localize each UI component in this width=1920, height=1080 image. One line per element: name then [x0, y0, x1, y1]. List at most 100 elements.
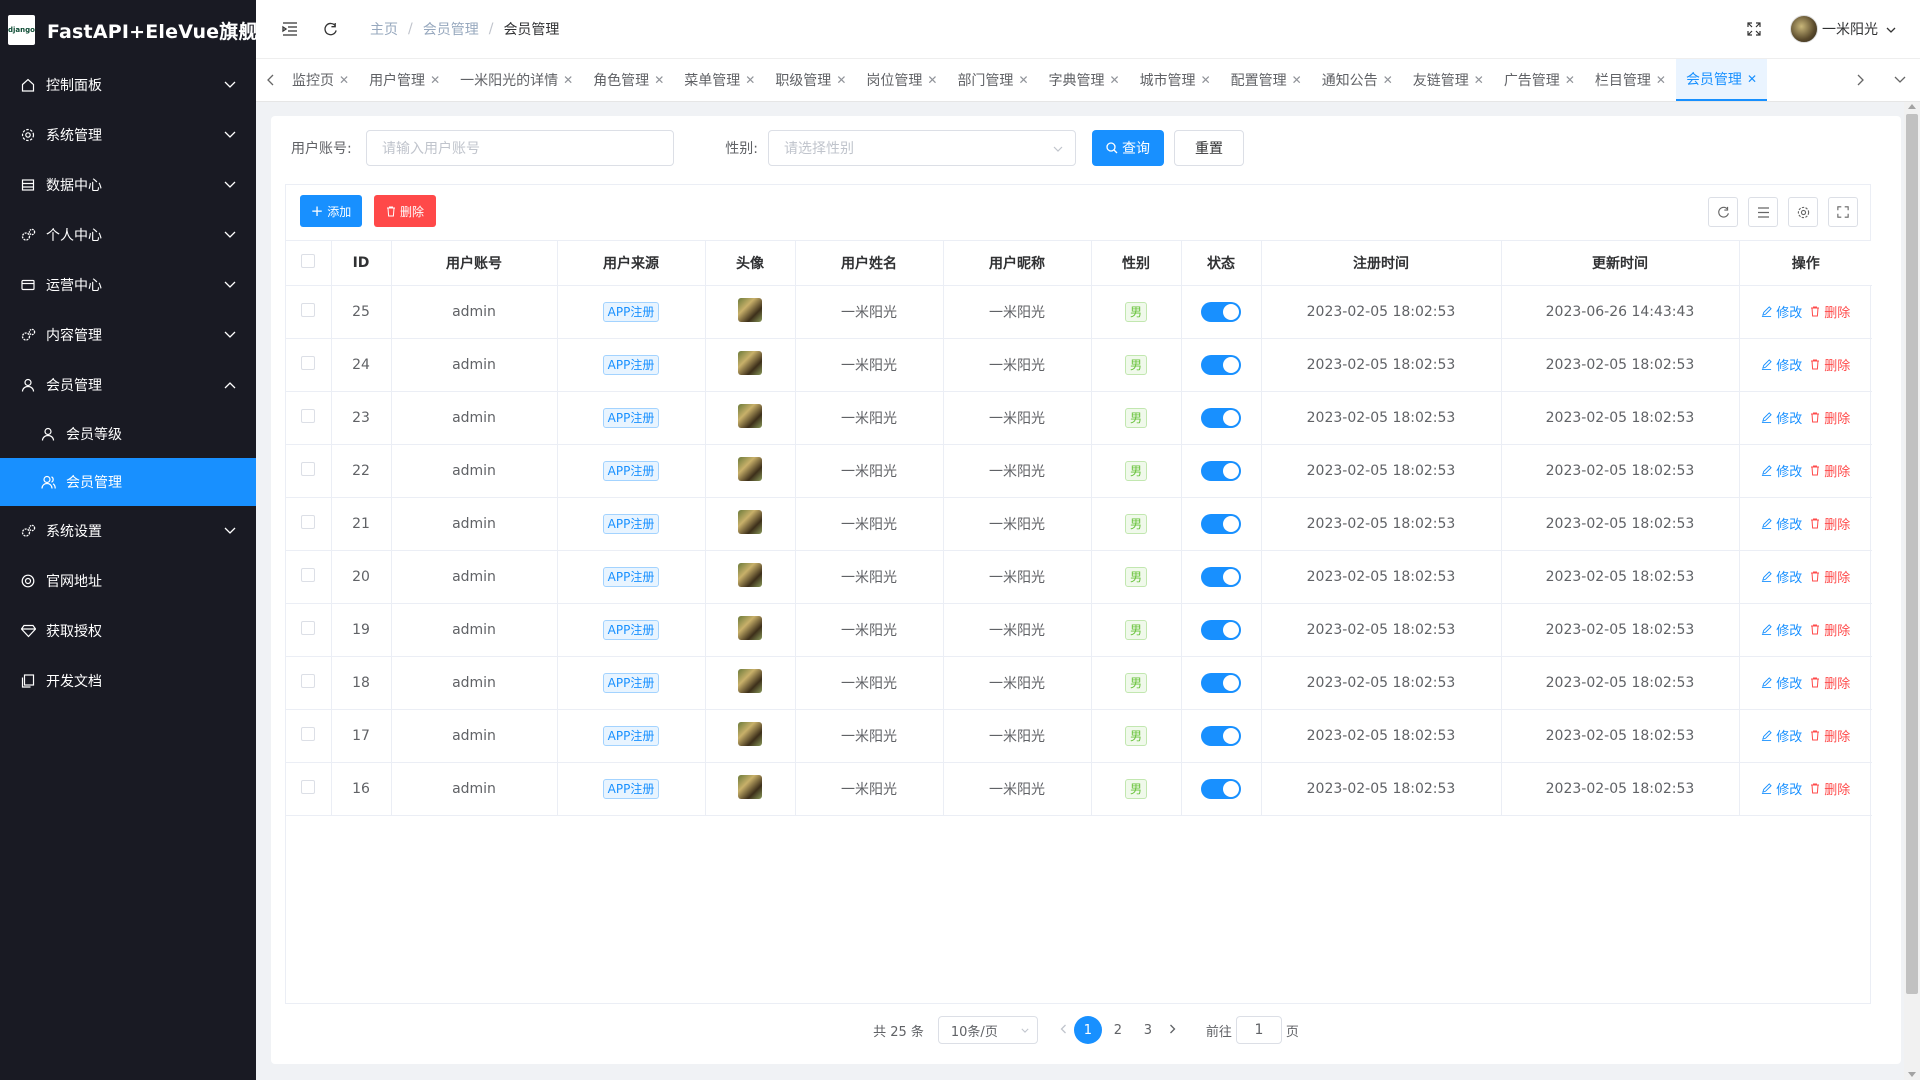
status-switch[interactable]	[1201, 725, 1241, 746]
scroll-down-icon[interactable]	[1908, 1072, 1916, 1077]
chevron-down-icon[interactable]	[1886, 21, 1896, 37]
tab-13[interactable]: 广告管理 ✕	[1494, 59, 1585, 101]
delete-button[interactable]: 删除	[1810, 461, 1850, 480]
tab-1[interactable]: 用户管理 ✕	[359, 59, 450, 101]
col-status[interactable]: 状态	[1181, 241, 1262, 286]
edit-button[interactable]: 修改	[1761, 461, 1802, 480]
close-icon[interactable]: ✕	[654, 73, 664, 87]
avatar-thumbnail[interactable]	[738, 297, 762, 322]
edit-button[interactable]: 修改	[1761, 514, 1802, 533]
batch-delete-button[interactable]: 删除	[374, 195, 436, 227]
menu-fold-icon[interactable]	[280, 19, 300, 39]
tab-12[interactable]: 友链管理 ✕	[1403, 59, 1494, 101]
breadcrumb-home[interactable]: 主页	[370, 19, 398, 39]
table-fullscreen-icon[interactable]	[1828, 197, 1858, 227]
col-account[interactable]: 用户账号	[391, 241, 558, 286]
avatar-thumbnail[interactable]	[738, 774, 762, 799]
page-3[interactable]: 3	[1134, 1016, 1162, 1044]
username[interactable]: 一米阳光	[1822, 19, 1878, 39]
refresh-icon[interactable]	[320, 19, 340, 39]
status-switch[interactable]	[1201, 301, 1241, 322]
row-checkbox[interactable]	[301, 567, 316, 582]
row-checkbox[interactable]	[301, 461, 316, 476]
row-checkbox[interactable]	[301, 620, 316, 635]
tab-15[interactable]: 会员管理 ✕	[1675, 59, 1767, 101]
avatar-thumbnail[interactable]	[738, 615, 762, 640]
edit-button[interactable]: 修改	[1761, 567, 1802, 586]
gender-select[interactable]: 请选择性别	[768, 130, 1076, 166]
row-checkbox[interactable]	[301, 514, 316, 529]
close-icon[interactable]: ✕	[1656, 73, 1666, 87]
close-icon[interactable]: ✕	[563, 73, 573, 87]
sidebar-item-11[interactable]: 获取授权	[0, 606, 256, 656]
page-2[interactable]: 2	[1104, 1016, 1132, 1044]
close-icon[interactable]: ✕	[430, 73, 440, 87]
sidebar-item-1[interactable]: 系统管理	[0, 110, 256, 160]
sidebar-item-5[interactable]: 内容管理	[0, 310, 256, 360]
scroll-thumb[interactable]	[1906, 114, 1918, 994]
col-updated[interactable]: 更新时间	[1501, 241, 1740, 286]
close-icon[interactable]: ✕	[1018, 73, 1028, 87]
row-checkbox[interactable]	[301, 673, 316, 688]
scroll-up-icon[interactable]	[1908, 104, 1916, 109]
page-scrollbar[interactable]	[1904, 102, 1920, 1080]
sidebar-item-3[interactable]: 个人中心	[0, 210, 256, 260]
sidebar-item-8[interactable]: 会员管理	[0, 458, 256, 506]
page-1[interactable]: 1	[1073, 1016, 1102, 1044]
edit-button[interactable]: 修改	[1761, 355, 1802, 374]
prev-page-icon[interactable]	[1060, 1023, 1067, 1038]
tabs-scroll-left-icon[interactable]	[260, 70, 282, 90]
sidebar-item-7[interactable]: 会员等级	[0, 410, 256, 458]
col-avatar[interactable]: 头像	[705, 241, 796, 286]
edit-button[interactable]: 修改	[1761, 620, 1802, 639]
sidebar-item-10[interactable]: 官网地址	[0, 556, 256, 606]
edit-button[interactable]: 修改	[1761, 779, 1802, 798]
tab-4[interactable]: 菜单管理 ✕	[674, 59, 765, 101]
sidebar-item-9[interactable]: 系统设置	[0, 506, 256, 556]
edit-button[interactable]: 修改	[1761, 726, 1802, 745]
row-checkbox[interactable]	[301, 779, 316, 794]
avatar-thumbnail[interactable]	[738, 509, 762, 534]
tab-8[interactable]: 字典管理 ✕	[1039, 59, 1130, 101]
tab-5[interactable]: 职级管理 ✕	[765, 59, 856, 101]
col-source[interactable]: 用户来源	[557, 241, 706, 286]
delete-button[interactable]: 删除	[1810, 408, 1850, 427]
fullscreen-icon[interactable]	[1744, 19, 1764, 39]
row-checkbox[interactable]	[301, 355, 316, 370]
tab-11[interactable]: 通知公告 ✕	[1312, 59, 1403, 101]
close-icon[interactable]: ✕	[1747, 72, 1757, 86]
col-id[interactable]: ID	[331, 241, 392, 286]
close-icon[interactable]: ✕	[1110, 73, 1120, 87]
select-all-checkbox[interactable]	[301, 253, 316, 268]
tab-9[interactable]: 城市管理 ✕	[1130, 59, 1221, 101]
avatar-thumbnail[interactable]	[738, 721, 762, 746]
sidebar-item-0[interactable]: 控制面板	[0, 60, 256, 110]
delete-button[interactable]: 删除	[1810, 355, 1850, 374]
sidebar-item-12[interactable]: 开发文档	[0, 656, 256, 706]
user-avatar[interactable]	[1790, 15, 1818, 43]
query-button[interactable]: 查询	[1092, 130, 1164, 166]
tabs-menu-chevron-icon[interactable]	[1890, 70, 1910, 90]
account-input[interactable]: 请输入用户账号	[366, 130, 674, 166]
page-size-select[interactable]: 10条/页	[937, 1016, 1038, 1044]
sidebar-item-4[interactable]: 运营中心	[0, 260, 256, 310]
row-checkbox[interactable]	[301, 408, 316, 423]
column-settings-icon[interactable]	[1788, 197, 1818, 227]
sidebar-item-6[interactable]: 会员管理	[0, 360, 256, 410]
close-icon[interactable]: ✕	[1201, 73, 1211, 87]
breadcrumb-parent[interactable]: 会员管理	[423, 19, 479, 39]
delete-button[interactable]: 删除	[1810, 726, 1850, 745]
avatar-thumbnail[interactable]	[738, 562, 762, 587]
close-icon[interactable]: ✕	[339, 73, 349, 87]
tab-7[interactable]: 部门管理 ✕	[947, 59, 1038, 101]
logo-area[interactable]: django FastAPI+EleVue旗舰版	[0, 0, 277, 60]
delete-button[interactable]: 删除	[1810, 673, 1850, 692]
tab-10[interactable]: 配置管理 ✕	[1221, 59, 1312, 101]
close-icon[interactable]: ✕	[1383, 73, 1393, 87]
tab-2[interactable]: 一米阳光的详情 ✕	[450, 59, 583, 101]
edit-button[interactable]: 修改	[1761, 302, 1802, 321]
col-name[interactable]: 用户姓名	[795, 241, 944, 286]
avatar-thumbnail[interactable]	[738, 403, 762, 428]
tab-6[interactable]: 岗位管理 ✕	[856, 59, 947, 101]
status-switch[interactable]	[1201, 407, 1241, 428]
